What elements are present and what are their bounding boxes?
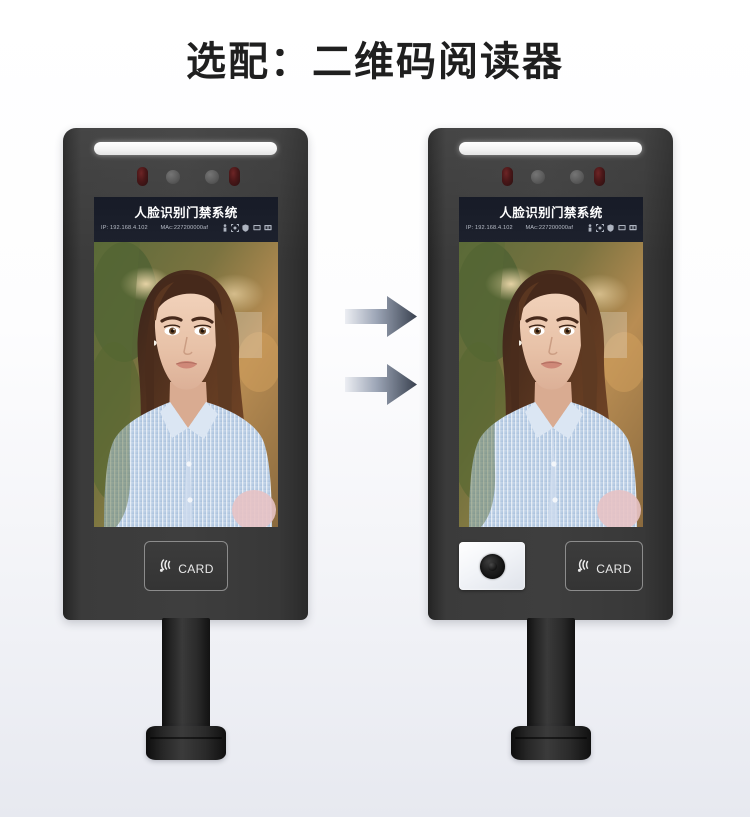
device-body: 人脸识别门禁系统 IP: 192.168.4.102 MAc:227200000…	[428, 128, 673, 620]
ir-sensor-left	[502, 167, 513, 186]
bottom-module-strip: CARD	[459, 537, 643, 595]
network-icon	[617, 224, 626, 232]
status-icon-group	[588, 224, 637, 232]
face-scan-icon	[595, 224, 604, 232]
stand-pole	[161, 618, 210, 738]
screen-header: 人脸识别门禁系统 IP: 192.168.4.102 MAc:227200000…	[459, 197, 643, 242]
storage-icon	[264, 224, 272, 232]
rfid-wave-icon	[158, 556, 176, 574]
stand-base	[510, 726, 591, 760]
qr-camera-lens-icon	[479, 553, 505, 579]
card-reader-label: CARD	[178, 561, 214, 576]
ir-sensor-right	[229, 167, 240, 186]
ip-value: 192.168.4.102	[110, 225, 148, 231]
live-camera-portrait	[459, 242, 643, 527]
camera-sensor-left	[166, 170, 180, 184]
led-light-bar	[459, 142, 642, 155]
camera-sensor-right	[205, 170, 219, 184]
device-left-standard: 人脸识别门禁系统 IP: 192.168.4.102 MAc:227200000…	[63, 128, 308, 760]
screen-network-info: IP: 192.168.4.102 MAc:227200000af	[466, 225, 573, 231]
shield-icon	[607, 224, 614, 232]
mac-value: 227200000af	[173, 225, 209, 231]
qr-code-reader-module[interactable]	[459, 542, 525, 590]
camera-sensor-right	[570, 170, 584, 184]
person-icon	[588, 224, 592, 232]
ip-label: IP:	[466, 225, 474, 231]
page-title: 选配：二维码阅读器	[186, 40, 564, 84]
person-icon	[223, 224, 227, 232]
led-light-bar	[94, 142, 277, 155]
device-body: 人脸识别门禁系统 IP: 192.168.4.102 MAc:227200000…	[63, 128, 308, 620]
status-icon-group	[223, 224, 272, 232]
upgrade-arrow-group	[345, 296, 417, 405]
screen-header: 人脸识别门禁系统 IP: 192.168.4.102 MAc:227200000…	[94, 197, 278, 242]
ir-sensor-right	[594, 167, 605, 186]
sensor-row	[459, 164, 642, 188]
stand-pole	[526, 618, 575, 738]
camera-sensor-left	[531, 170, 545, 184]
live-camera-portrait	[94, 242, 278, 527]
ip-value: 192.168.4.102	[475, 225, 513, 231]
screen-title: 人脸识别门禁系统	[499, 206, 603, 220]
device-screen[interactable]: 人脸识别门禁系统 IP: 192.168.4.102 MAc:227200000…	[459, 197, 643, 527]
rfid-wave-icon	[576, 556, 594, 574]
mac-label: MAc:	[160, 225, 174, 231]
screen-network-info: IP: 192.168.4.102 MAc:227200000af	[101, 225, 208, 231]
device-right-with-qr: 人脸识别门禁系统 IP: 192.168.4.102 MAc:227200000…	[428, 128, 673, 760]
bottom-module-strip: CARD	[94, 537, 278, 595]
face-scan-icon	[230, 224, 239, 232]
storage-icon	[629, 224, 637, 232]
mac-label: MAc:	[525, 225, 539, 231]
shield-icon	[242, 224, 249, 232]
stand-base	[145, 726, 226, 760]
upgrade-arrow	[345, 296, 417, 342]
ip-label: IP:	[101, 225, 109, 231]
sensor-row	[94, 164, 277, 188]
ir-sensor-left	[137, 167, 148, 186]
card-reader-label: CARD	[596, 561, 632, 576]
device-screen[interactable]: 人脸识别门禁系统 IP: 192.168.4.102 MAc:227200000…	[94, 197, 278, 527]
network-icon	[252, 224, 261, 232]
card-reader-badge[interactable]: CARD	[144, 541, 228, 591]
card-reader-badge[interactable]: CARD	[565, 541, 643, 591]
mac-value: 227200000af	[538, 225, 574, 231]
upgrade-arrow	[345, 364, 417, 410]
screen-title: 人脸识别门禁系统	[134, 206, 238, 220]
